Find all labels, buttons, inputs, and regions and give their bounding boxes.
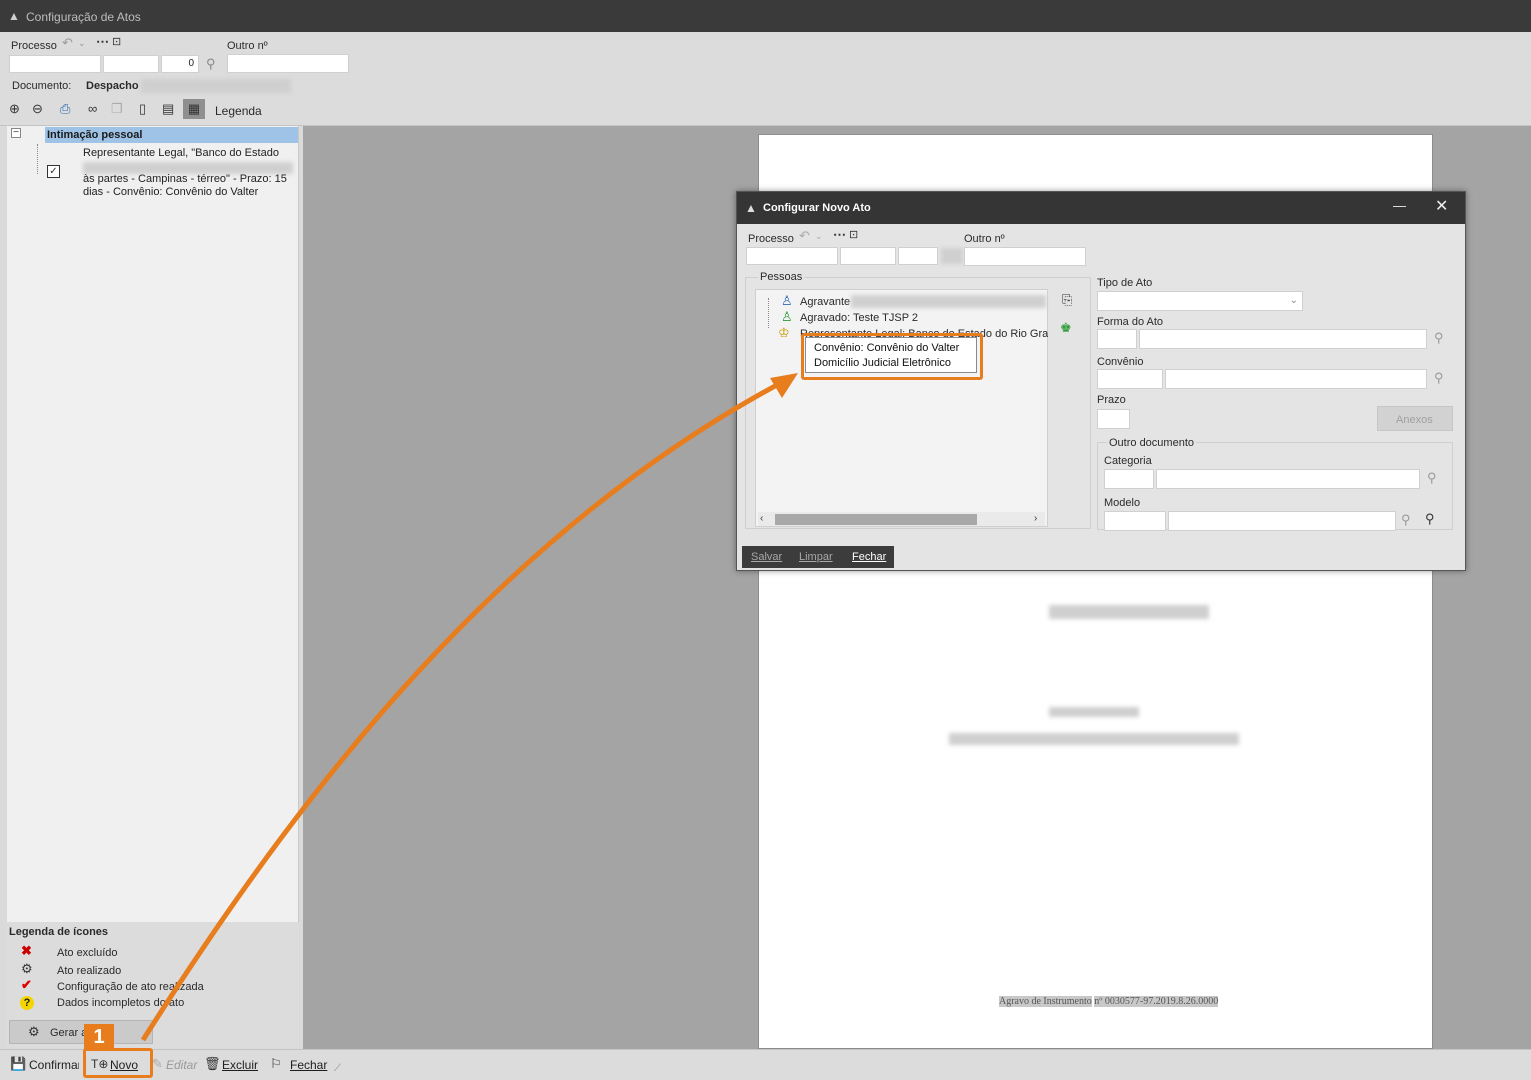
annotation-arrow xyxy=(140,373,798,1042)
arrow-line xyxy=(140,375,792,1042)
